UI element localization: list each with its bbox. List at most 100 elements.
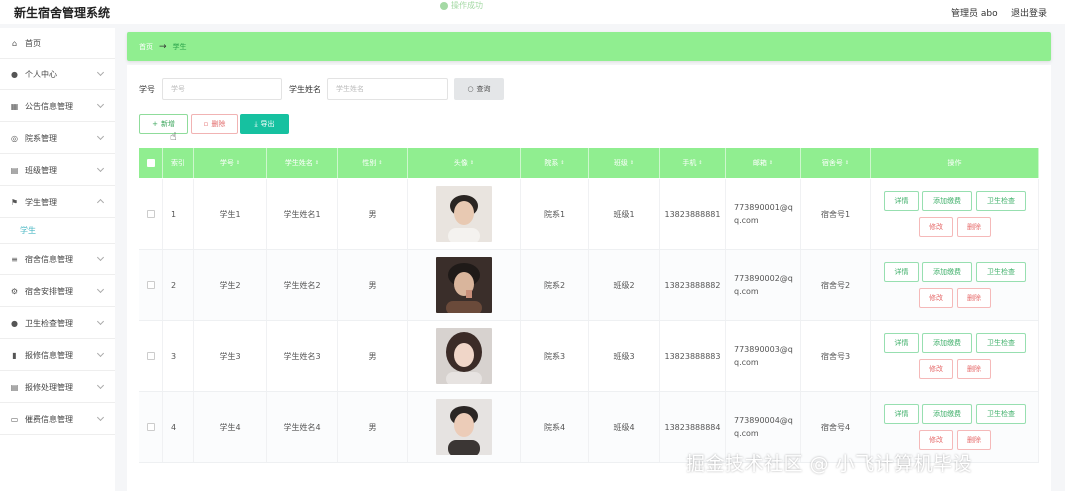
- hygiene-check-button[interactable]: 卫生检查: [976, 262, 1026, 282]
- column-header-9[interactable]: 宿舍号 ⇕: [801, 148, 871, 178]
- cell-student-name: 学生姓名3: [267, 321, 338, 391]
- breadcrumb-home[interactable]: 首页: [139, 42, 153, 52]
- query-button[interactable]: ○ 查询: [454, 78, 504, 100]
- delete-row-button[interactable]: 删除: [957, 359, 991, 379]
- export-button-label: 导出: [260, 120, 275, 128]
- chevron-up-icon: [96, 198, 105, 207]
- delete-row-button[interactable]: 删除: [957, 288, 991, 308]
- email-text: 773890003@qq.com: [734, 345, 793, 367]
- avatar: [436, 257, 492, 313]
- chevron-down-icon: [96, 285, 105, 294]
- cell-index: 3: [163, 321, 194, 391]
- column-header-1[interactable]: 学号 ⇕: [194, 148, 267, 178]
- sort-icon[interactable]: ⇕: [845, 160, 849, 166]
- edit-button[interactable]: 修改: [919, 288, 953, 308]
- column-header-10: 操作: [871, 148, 1039, 178]
- row-checkbox[interactable]: [146, 281, 155, 289]
- sidebar-item-11[interactable]: ▭ 催费信息管理: [0, 404, 115, 435]
- user-icon: ●: [11, 69, 18, 79]
- sidebar-item-label: 首页: [25, 38, 41, 48]
- column-header-5[interactable]: 院系 ⇕: [521, 148, 589, 178]
- add-button[interactable]: + 新增: [139, 114, 188, 134]
- sidebar-item-10[interactable]: ▤ 报修处理管理: [0, 372, 115, 403]
- cell-actions: 详情 添加缴费 卫生检查修改 删除: [871, 321, 1039, 391]
- add-fee-button[interactable]: 添加缴费: [922, 191, 972, 211]
- student-name-input[interactable]: 学生姓名: [327, 78, 448, 100]
- hygiene-check-button[interactable]: 卫生检查: [976, 191, 1026, 211]
- sort-icon[interactable]: ⇕: [769, 160, 773, 166]
- row-checkbox[interactable]: [146, 423, 155, 431]
- delete-row-button[interactable]: 删除: [957, 217, 991, 237]
- add-fee-button[interactable]: 添加缴费: [922, 262, 972, 282]
- detail-button[interactable]: 详情: [884, 333, 919, 353]
- chevron-down-icon: [96, 100, 105, 109]
- row-checkbox[interactable]: [146, 210, 155, 218]
- edit-button[interactable]: 修改: [919, 217, 953, 237]
- sidebar-item-0[interactable]: ⌂ 首页: [0, 28, 115, 59]
- sidebar-item-1[interactable]: ● 个人中心: [0, 59, 115, 90]
- sort-icon[interactable]: ⇕: [698, 160, 702, 166]
- class-icon: ▤: [10, 165, 19, 175]
- sidebar-item-5[interactable]: ⚑ 学生管理: [0, 187, 115, 218]
- column-header-0[interactable]: 索引: [163, 148, 194, 178]
- column-header-8[interactable]: 邮箱 ⇕: [726, 148, 801, 178]
- sidebar-subitem-student[interactable]: 学生: [0, 218, 115, 244]
- column-header-6[interactable]: 班级 ⇕: [589, 148, 660, 178]
- sidebar-item-8[interactable]: ● 卫生检查管理: [0, 308, 115, 339]
- cell-actions: 详情 添加缴费 卫生检查修改 删除: [871, 250, 1039, 320]
- sidebar-item-label: 院系管理: [25, 133, 57, 143]
- cell-phone: 13823888881: [660, 179, 726, 249]
- sidebar-item-label: 宿舍安排管理: [25, 286, 73, 296]
- row-checkbox[interactable]: [146, 352, 155, 360]
- detail-button[interactable]: 详情: [884, 191, 919, 211]
- cell-gender: 男: [338, 250, 408, 320]
- student-id-input[interactable]: 学号: [162, 78, 282, 100]
- avatar: [436, 399, 492, 455]
- select-all-checkbox[interactable]: [146, 159, 155, 167]
- delete-button-label: 删除: [211, 120, 226, 128]
- sidebar-item-4[interactable]: ▤ 班级管理: [0, 155, 115, 186]
- column-header-label: 学生姓名: [284, 159, 313, 167]
- sort-icon[interactable]: ⇕: [315, 160, 319, 166]
- cell-gender: 男: [338, 179, 408, 249]
- chevron-down-icon: [96, 381, 105, 390]
- sidebar-item-2[interactable]: ▦ 公告信息管理: [0, 91, 115, 122]
- column-header-4[interactable]: 头像 ⇕: [408, 148, 521, 178]
- sidebar: ⌂ 首页 ● 个人中心 ▦ 公告信息管理 ◎ 院系管理 ▤ 班级管理 ⚑ 学生管理 ≡ 宿舍信息管理 ⚙ 宿舍…: [0, 28, 115, 491]
- hygiene-check-button[interactable]: 卫生检查: [976, 404, 1026, 424]
- sidebar-item-7[interactable]: ⚙ 宿舍安排管理: [0, 276, 115, 307]
- add-fee-button[interactable]: 添加缴费: [922, 404, 972, 424]
- sidebar-item-3[interactable]: ◎ 院系管理: [0, 123, 115, 154]
- chevron-down-icon: [96, 68, 105, 77]
- sidebar-item-9[interactable]: ▮ 报修信息管理: [0, 340, 115, 371]
- cell-class: 班级4: [589, 392, 660, 462]
- edit-button[interactable]: 修改: [919, 359, 953, 379]
- export-button[interactable]: ⤓ 导出: [240, 114, 289, 134]
- edit-button[interactable]: 修改: [919, 430, 953, 450]
- sort-icon[interactable]: ⇕: [470, 160, 474, 166]
- sort-icon[interactable]: ⇕: [560, 160, 564, 166]
- column-header-2[interactable]: 学生姓名 ⇕: [267, 148, 338, 178]
- table-row: 1 学生1 学生姓名1 男 院系1 班级1 13823888881 773890001@qq.…: [139, 179, 1039, 250]
- column-header-7[interactable]: 手机 ⇕: [660, 148, 726, 178]
- logout-link[interactable]: 退出登录: [1011, 6, 1047, 19]
- cell-dorm: 宿舍号1: [801, 179, 871, 249]
- cell-avatar: [408, 250, 521, 320]
- detail-button[interactable]: 详情: [884, 262, 919, 282]
- column-header-label: 性别: [362, 159, 377, 167]
- add-fee-button[interactable]: 添加缴费: [922, 333, 972, 353]
- flag-icon: ⚑: [10, 197, 19, 207]
- download-icon: ⤓: [254, 119, 258, 128]
- detail-button[interactable]: 详情: [884, 404, 919, 424]
- sort-icon[interactable]: ⇕: [630, 160, 634, 166]
- add-button-label: 新增: [160, 120, 175, 128]
- cell-index: 4: [163, 392, 194, 462]
- sort-icon[interactable]: ⇕: [378, 160, 382, 166]
- delete-row-button[interactable]: 删除: [957, 430, 991, 450]
- sort-icon[interactable]: ⇕: [236, 160, 240, 166]
- sidebar-item-6[interactable]: ≡ 宿舍信息管理: [0, 244, 115, 275]
- delete-button[interactable]: ▫ 删除: [191, 114, 238, 134]
- hygiene-check-button[interactable]: 卫生检查: [976, 333, 1026, 353]
- column-header-3[interactable]: 性别 ⇕: [338, 148, 408, 178]
- top-header: 新生宿舍管理系统 操作成功 管理员 abo 退出登录: [0, 0, 1065, 24]
